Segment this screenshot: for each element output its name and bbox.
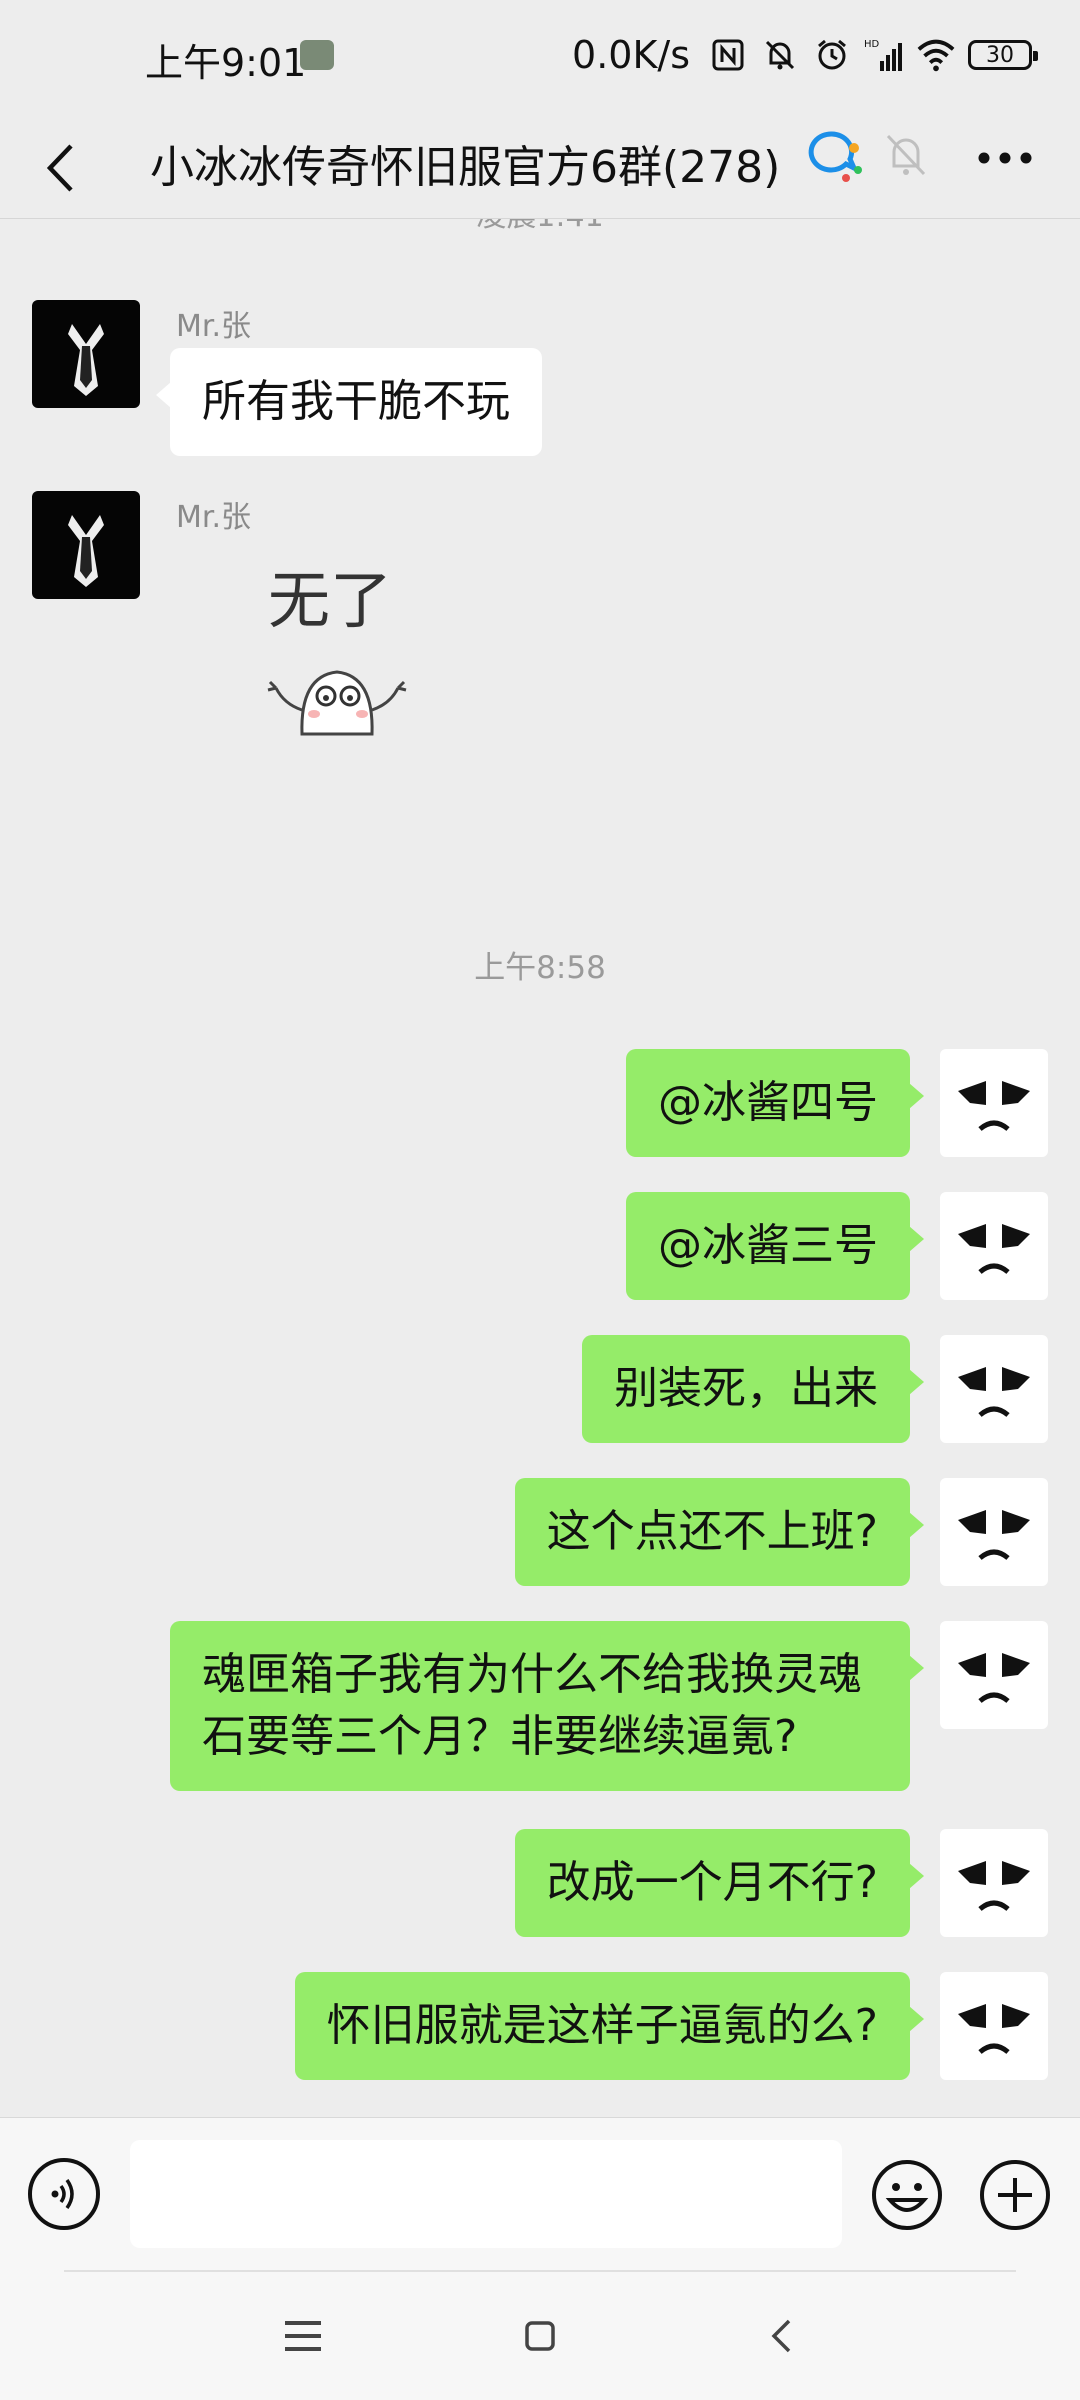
- message-bubble-out[interactable]: 改成一个月不行?: [514, 1829, 925, 1937]
- message-bubble-out[interactable]: 怀旧服就是这样子逼氪的么?: [294, 1972, 925, 2080]
- message-bubble-out[interactable]: 魂匣箱子我有为什么不给我换灵魂石要等三个月？非要继续逼氪?: [170, 1621, 924, 1791]
- grumpy-face-avatar-icon: [958, 1224, 1030, 1274]
- svg-text:HD: HD: [864, 39, 880, 50]
- nfc-icon: [708, 35, 748, 75]
- grumpy-face-avatar-icon: [958, 1367, 1030, 1417]
- back-arrow-icon: [46, 144, 73, 192]
- qq-chat-icon[interactable]: [806, 128, 864, 188]
- grumpy-face-avatar-icon: [958, 1861, 1030, 1911]
- avatar-self[interactable]: [940, 1335, 1048, 1443]
- message-bubble-out[interactable]: @冰酱四号: [626, 1049, 924, 1157]
- more-functions-button[interactable]: [978, 2158, 1052, 2232]
- avatar-self[interactable]: [940, 1049, 1048, 1157]
- silent-bell-icon: [760, 35, 800, 75]
- chat-title[interactable]: 小冰冰传奇怀旧服官方6群(278): [150, 130, 780, 206]
- system-back-button[interactable]: [746, 2303, 816, 2369]
- voice-button[interactable]: [28, 2158, 100, 2230]
- input-bar: [0, 2117, 1080, 2274]
- sender-name: Mr.张: [176, 309, 251, 344]
- message-list[interactable]: 凌晨1:41 Mr.张 所有我干脆不玩 Mr.张 无了 上午8:58 @冰酱四号: [0, 219, 1080, 2117]
- avatar-self[interactable]: [940, 1478, 1048, 1586]
- avatar-self[interactable]: [940, 1829, 1048, 1937]
- status-bar: 上午9:01 0.0K/s HD 30: [0, 0, 1080, 118]
- suit-avatar-icon: [68, 324, 104, 396]
- mute-bell-icon: [884, 132, 928, 182]
- avatar[interactable]: [32, 491, 140, 599]
- home-icon: [525, 2321, 555, 2351]
- app-notification-icon: [300, 40, 334, 70]
- back-button[interactable]: [30, 136, 90, 200]
- status-icons: 0.0K/s HD 30: [572, 30, 1038, 80]
- message-bubble-out[interactable]: 别装死，出来: [582, 1335, 924, 1443]
- grumpy-face-avatar-icon: [958, 1510, 1030, 1560]
- time-separator: 上午8:58: [474, 950, 606, 986]
- menu-icon: [285, 2321, 321, 2351]
- voice-icon: [51, 2178, 74, 2210]
- hd-signal-icon: HD: [864, 35, 904, 75]
- suit-avatar-icon: [68, 515, 104, 587]
- shrug-sticker-icon: 无了: [267, 564, 407, 736]
- status-time: 上午9:01: [145, 41, 307, 85]
- divider: [64, 2270, 1016, 2272]
- avatar-self[interactable]: [940, 1621, 1048, 1729]
- sender-name: Mr.张: [176, 500, 251, 535]
- avatar-self[interactable]: [940, 1192, 1048, 1300]
- message-bubble-in[interactable]: 所有我干脆不玩: [156, 348, 542, 456]
- avatar[interactable]: [32, 300, 140, 408]
- menu-button[interactable]: [268, 2303, 338, 2369]
- system-nav-bar: [0, 2273, 1080, 2400]
- sticker-message[interactable]: 无了: [262, 564, 412, 744]
- network-speed: 0.0K/s: [572, 33, 690, 77]
- sticker-text: 无了: [268, 564, 392, 637]
- wifi-icon: [916, 35, 956, 75]
- message-bubble-out[interactable]: 这个点还不上班?: [514, 1478, 925, 1586]
- battery-icon: 30: [968, 40, 1038, 70]
- grumpy-face-avatar-icon: [958, 2004, 1030, 2054]
- alarm-icon: [812, 35, 852, 75]
- emoji-button[interactable]: [870, 2158, 944, 2232]
- message-input[interactable]: [130, 2140, 842, 2248]
- more-dots-icon: [978, 152, 1032, 164]
- avatar-self[interactable]: [940, 1972, 1048, 2080]
- grumpy-face-avatar-icon: [958, 1081, 1030, 1131]
- message-bubble-out[interactable]: @冰酱三号: [626, 1192, 924, 1300]
- time-separator-cut: 凌晨1:41: [0, 219, 1080, 235]
- home-button[interactable]: [505, 2303, 575, 2369]
- back-icon: [771, 2319, 791, 2353]
- emoji-icon: [872, 2160, 942, 2230]
- plus-icon: [980, 2160, 1050, 2230]
- more-button[interactable]: [970, 128, 1040, 188]
- grumpy-face-avatar-icon: [958, 1653, 1030, 1703]
